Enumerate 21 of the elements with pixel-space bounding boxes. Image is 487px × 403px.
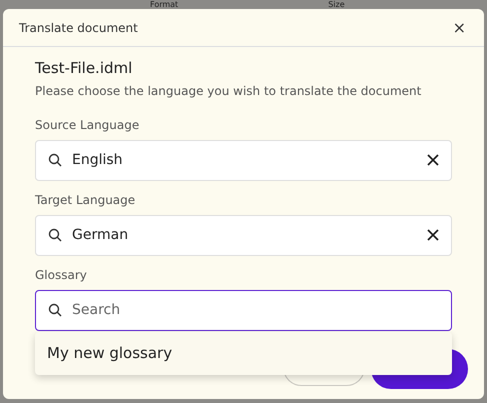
column-header: Size	[328, 0, 345, 9]
field-input[interactable]: German	[70, 224, 419, 246]
field-label: Source Language	[35, 116, 140, 134]
close-button[interactable]: ×	[450, 20, 468, 36]
search-field[interactable]: Search	[35, 290, 452, 330]
instruction-text: Please choose the language you wish to translate the document	[35, 82, 422, 100]
search-field[interactable]: English	[35, 140, 452, 180]
field-label: Glossary	[35, 266, 88, 284]
clear-button[interactable]	[427, 229, 439, 241]
dropdown-item[interactable]: My new glossary	[35, 336, 452, 370]
dialog-title: Translate document	[19, 20, 138, 36]
column-header: Format	[150, 0, 178, 9]
search-icon	[48, 303, 62, 317]
file-name: Test-File.idml	[35, 58, 134, 79]
search-icon	[48, 153, 62, 167]
field-input[interactable]: Search	[70, 298, 439, 322]
field-label: Target Language	[35, 192, 136, 208]
search-icon	[48, 228, 62, 242]
clear-button[interactable]	[427, 154, 439, 166]
search-field[interactable]: German	[35, 214, 452, 256]
field-input[interactable]: English	[70, 148, 419, 172]
